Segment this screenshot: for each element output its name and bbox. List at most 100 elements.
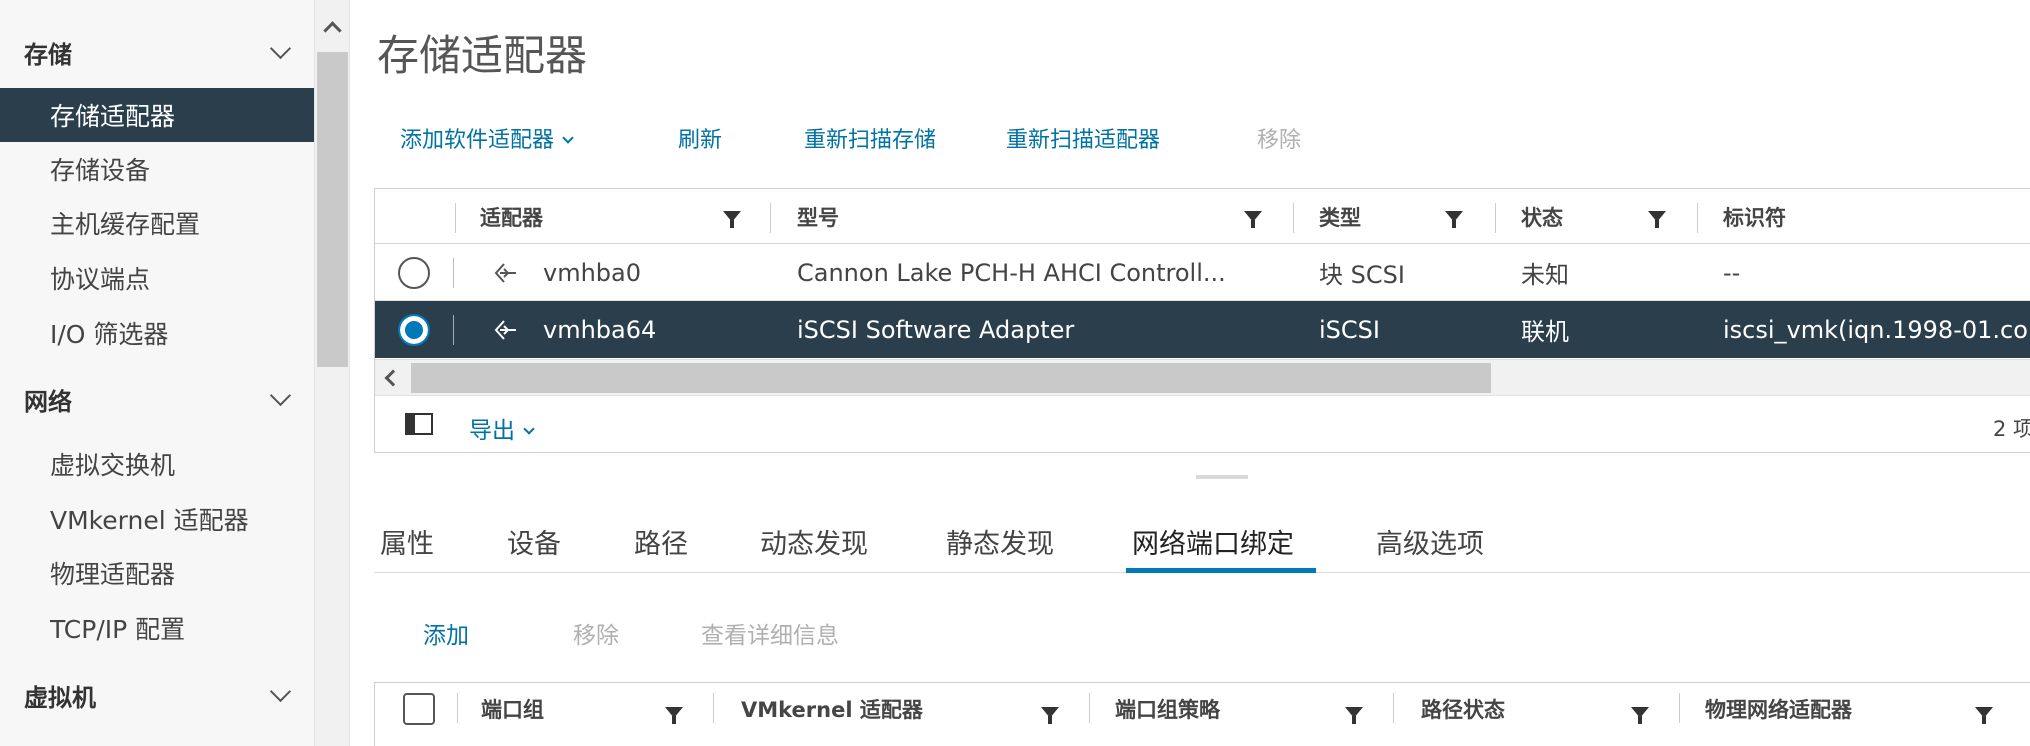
column-header-port-group[interactable]: 端口组 xyxy=(481,683,544,735)
column-separator[interactable] xyxy=(1393,693,1394,723)
filter-icon[interactable] xyxy=(1975,707,1993,724)
filter-icon[interactable] xyxy=(1631,707,1649,724)
tab-paths[interactable]: 路径 xyxy=(634,522,688,561)
radio-icon[interactable] xyxy=(398,257,430,289)
sidebar-item-label: TCP/IP 配置 xyxy=(50,615,186,644)
remove-button[interactable]: 移除 xyxy=(1257,122,1301,154)
cell-model: iSCSI Software Adapter xyxy=(797,315,1075,344)
sidebar-item-storage-devices[interactable]: 存储设备 xyxy=(0,142,314,196)
horizontal-scrollbar[interactable] xyxy=(375,359,2030,396)
sidebar-item-label: I/O 筛选器 xyxy=(50,320,169,349)
scrollbar-thumb[interactable] xyxy=(411,363,1491,393)
filter-icon[interactable] xyxy=(1244,211,1262,228)
resize-handle[interactable] xyxy=(1196,475,1248,479)
radio-icon[interactable] xyxy=(398,314,430,346)
sidebar-item-host-cache[interactable]: 主机缓存配置 xyxy=(0,196,314,250)
filter-icon[interactable] xyxy=(1445,211,1463,228)
column-header-path-status[interactable]: 路径状态 xyxy=(1421,683,1505,735)
chevron-down-icon[interactable] xyxy=(269,37,292,60)
export-button[interactable]: 导出 xyxy=(469,411,535,445)
sidebar-item-label: 存储设备 xyxy=(50,156,151,185)
chevron-down-icon[interactable] xyxy=(269,384,292,407)
cell-status: 未知 xyxy=(1521,261,1569,289)
sidebar-section-label: 虚拟机 xyxy=(24,683,96,712)
button-label: 导出 xyxy=(469,418,515,444)
column-separator[interactable] xyxy=(1089,693,1090,723)
filter-icon[interactable] xyxy=(1345,707,1363,724)
select-all-checkbox[interactable] xyxy=(403,693,435,725)
row-separator xyxy=(453,258,454,288)
column-separator[interactable] xyxy=(1293,203,1294,233)
adapter-icon xyxy=(494,320,516,340)
adapters-grid: 适配器 型号 类型 状态 标识符 vmhba0 Cannon Lake PCH-… xyxy=(374,188,2030,453)
filter-icon[interactable] xyxy=(665,707,683,724)
button-label: 添加软件适配器 xyxy=(400,128,555,153)
sidebar-item-tcpip-config[interactable]: TCP/IP 配置 xyxy=(0,601,314,655)
sidebar-item-io-filters[interactable]: I/O 筛选器 xyxy=(0,306,314,360)
column-header-type[interactable]: 类型 xyxy=(1319,189,1361,244)
column-header-status[interactable]: 状态 xyxy=(1521,189,1563,244)
rescan-adapter-button[interactable]: 重新扫描适配器 xyxy=(1006,122,1160,154)
grid-footer: 导出 2 项 xyxy=(375,397,2030,453)
add-binding-button[interactable]: 添加 xyxy=(423,616,469,650)
page-title: 存储适配器 xyxy=(377,31,588,80)
view-details-button[interactable]: 查看详细信息 xyxy=(701,616,839,650)
column-toggle-icon[interactable] xyxy=(405,413,433,435)
chevron-down-icon xyxy=(562,132,574,144)
column-header-adapter[interactable]: 适配器 xyxy=(480,189,543,244)
sidebar-section-network[interactable]: 网络 xyxy=(0,371,314,427)
add-software-adapter-button[interactable]: 添加软件适配器 xyxy=(400,122,574,154)
sidebar-item-physical-adapters[interactable]: 物理适配器 xyxy=(0,546,314,600)
cell-type: iSCSI xyxy=(1319,315,1380,344)
active-tab-indicator xyxy=(1126,568,1316,573)
tab-static-discovery[interactable]: 静态发现 xyxy=(946,522,1054,561)
chevron-left-icon[interactable] xyxy=(384,369,402,387)
column-header-port-group-policy[interactable]: 端口组策略 xyxy=(1115,683,1220,735)
sidebar-item-protocol-endpoints[interactable]: 协议端点 xyxy=(0,251,314,305)
chevron-down-icon[interactable] xyxy=(269,680,292,703)
cell-status: 联机 xyxy=(1521,318,1569,346)
port-binding-grid: 端口组 VMkernel 适配器 端口组策略 路径状态 物理网络适配器 xyxy=(374,682,2030,746)
sidebar-item-label: VMkernel 适配器 xyxy=(50,506,249,535)
sidebar-section-vm[interactable]: 虚拟机 xyxy=(0,667,314,723)
column-separator[interactable] xyxy=(713,693,714,723)
filter-icon[interactable] xyxy=(1041,707,1059,724)
column-header-identifier[interactable]: 标识符 xyxy=(1723,189,1786,244)
table-row[interactable]: vmhba0 Cannon Lake PCH-H AHCI Controll..… xyxy=(375,244,2030,301)
sidebar: 存储 存储适配器 存储设备 主机缓存配置 协议端点 I/O 筛选器 网络 虚拟交… xyxy=(0,0,314,746)
tab-devices[interactable]: 设备 xyxy=(507,522,561,561)
tab-dynamic-discovery[interactable]: 动态发现 xyxy=(760,522,868,561)
filter-icon[interactable] xyxy=(723,211,741,228)
sidebar-scrollbar[interactable] xyxy=(314,0,350,746)
column-header-model[interactable]: 型号 xyxy=(797,189,839,244)
sidebar-item-storage-adapters[interactable]: 存储适配器 xyxy=(0,88,314,142)
column-separator[interactable] xyxy=(770,203,771,233)
sidebar-section-storage[interactable]: 存储 xyxy=(0,24,314,80)
remove-binding-button[interactable]: 移除 xyxy=(573,616,619,650)
refresh-button[interactable]: 刷新 xyxy=(678,122,722,154)
sidebar-item-label: 物理适配器 xyxy=(50,560,176,589)
column-separator[interactable] xyxy=(1679,693,1680,723)
cell-type: 块 SCSI xyxy=(1319,261,1405,289)
sidebar-section-label: 网络 xyxy=(24,387,72,416)
tab-network-port-binding[interactable]: 网络端口绑定 xyxy=(1132,522,1294,561)
row-separator xyxy=(453,315,454,345)
scrollbar-thumb[interactable] xyxy=(317,52,348,367)
sidebar-item-vmkernel-adapters[interactable]: VMkernel 适配器 xyxy=(0,492,314,546)
table-row-selected[interactable]: vmhba64 iSCSI Software Adapter iSCSI 联机 … xyxy=(375,301,2030,358)
sidebar-section-label: 存储 xyxy=(24,40,72,69)
chevron-up-icon[interactable] xyxy=(323,21,342,40)
column-separator[interactable] xyxy=(1495,203,1496,233)
sidebar-item-virtual-switches[interactable]: 虚拟交换机 xyxy=(0,437,314,491)
sidebar-item-label: 存储适配器 xyxy=(50,102,176,131)
tab-properties[interactable]: 属性 xyxy=(380,522,434,561)
filter-icon[interactable] xyxy=(1648,211,1666,228)
column-header-physical-nic[interactable]: 物理网络适配器 xyxy=(1705,683,1852,735)
cell-model: Cannon Lake PCH-H AHCI Controll... xyxy=(797,258,1226,287)
item-count: 2 项 xyxy=(1992,417,2030,441)
column-header-vmkernel-adapter[interactable]: VMkernel 适配器 xyxy=(741,683,923,735)
column-separator[interactable] xyxy=(1697,203,1698,233)
tab-advanced-options[interactable]: 高级选项 xyxy=(1376,522,1484,561)
rescan-storage-button[interactable]: 重新扫描存储 xyxy=(804,122,936,154)
sidebar-item-label: 主机缓存配置 xyxy=(50,210,201,239)
